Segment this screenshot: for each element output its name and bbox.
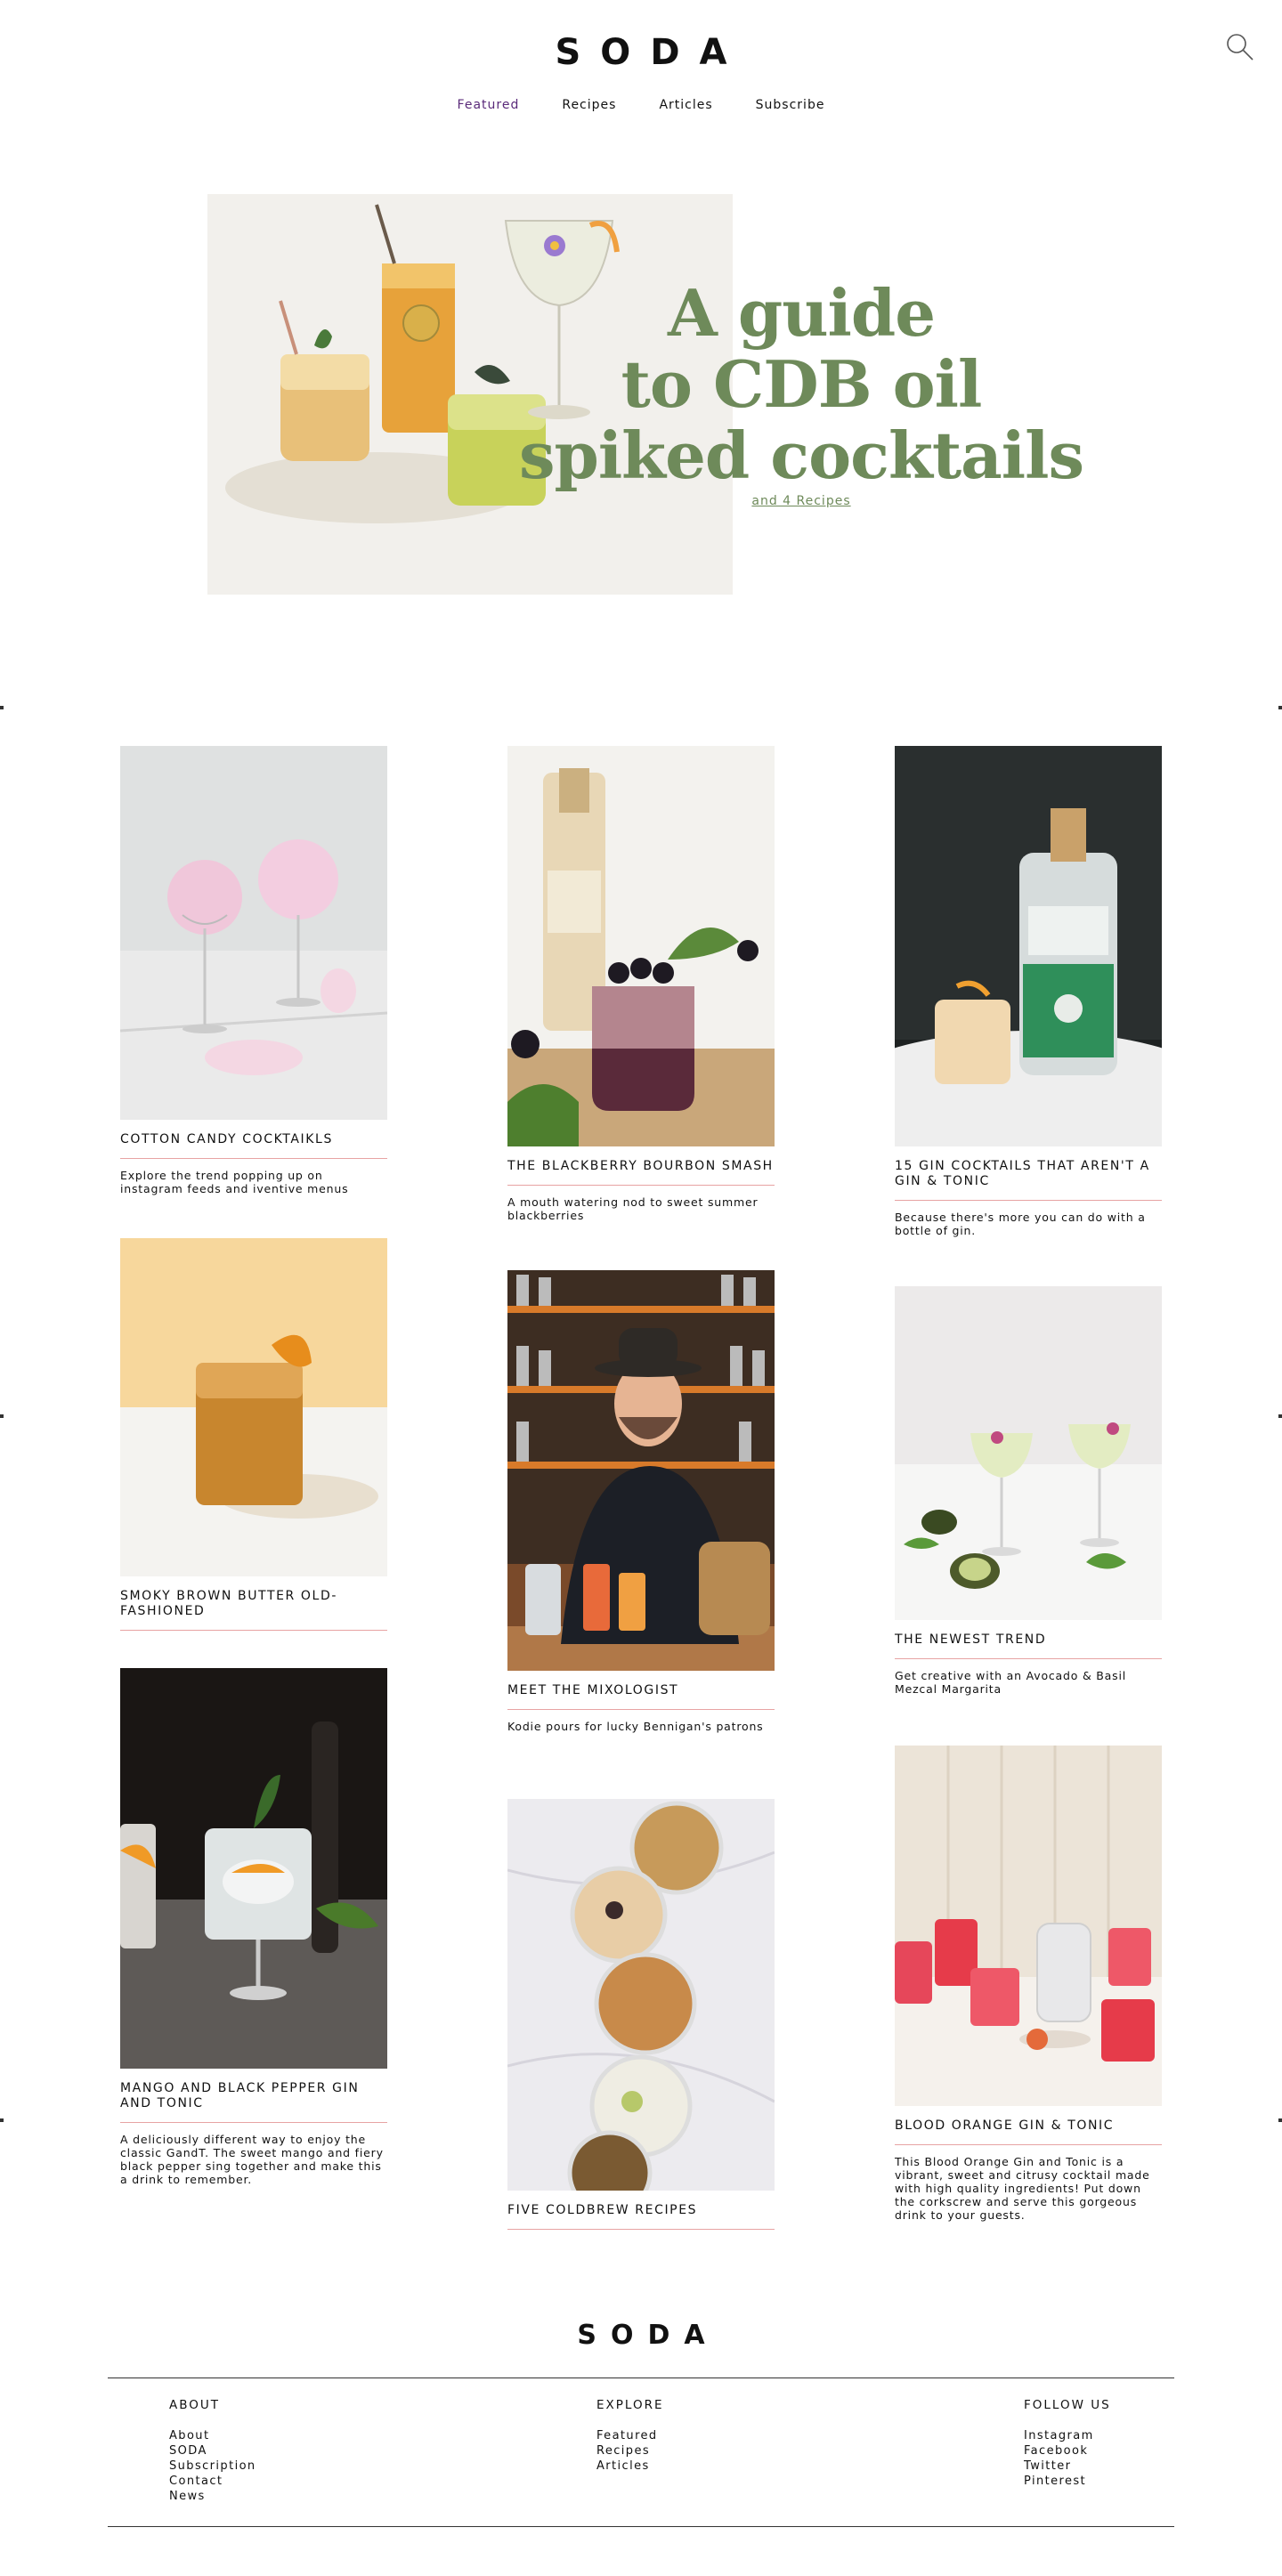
- footer-heading: FOLLOW US: [1024, 2398, 1111, 2412]
- card-description: Kodie pours for lucky Bennigan's patrons: [507, 1720, 764, 1733]
- hero-title-line-2: to CDB oil: [621, 346, 983, 422]
- card-description: This Blood Orange Gin and Tonic is a vib…: [895, 2155, 1150, 2222]
- article-card[interactable]: SMOKY BROWN BUTTER OLD-FASHIONED: [120, 1238, 387, 1631]
- nav-featured[interactable]: Featured: [458, 98, 520, 112]
- card-description: Because there's more you can do with a b…: [895, 1211, 1146, 1237]
- article-card[interactable]: BLOOD ORANGE GIN & TONIC This Blood Oran…: [895, 1746, 1162, 2222]
- article-card[interactable]: THE NEWEST TREND Get creative with an Av…: [895, 1286, 1162, 1696]
- card-image[interactable]: [507, 746, 775, 1146]
- card-description: Get creative with an Avocado & Basil Mez…: [895, 1669, 1126, 1696]
- footer-link-contact[interactable]: Contact: [169, 2474, 256, 2489]
- footer-link-recipes[interactable]: Recipes: [596, 2443, 664, 2459]
- footer-explore: EXPLORE Featured Recipes Articles: [596, 2398, 664, 2474]
- article-card[interactable]: THE BLACKBERRY BOURBON SMASH A mouth wat…: [507, 746, 775, 1222]
- card-title[interactable]: MEET THE MIXOLOGIST: [507, 1671, 775, 1710]
- edge-marker: [1278, 706, 1282, 709]
- footer-link-facebook[interactable]: Facebook: [1024, 2443, 1111, 2459]
- search-icon[interactable]: [1225, 32, 1255, 62]
- hero-title[interactable]: A guide to CDB oil spiked cocktails: [499, 278, 1104, 491]
- footer-follow: FOLLOW US Instagram Facebook Twitter Pin…: [1024, 2398, 1111, 2489]
- footer-link-featured[interactable]: Featured: [596, 2428, 664, 2443]
- card-title[interactable]: THE NEWEST TREND: [895, 1620, 1162, 1659]
- footer-logo[interactable]: SODA: [0, 2320, 1282, 2351]
- edge-marker: [0, 706, 4, 709]
- nav-subscribe[interactable]: Subscribe: [756, 98, 825, 112]
- nav-articles[interactable]: Articles: [659, 98, 712, 112]
- nav-recipes[interactable]: Recipes: [562, 98, 616, 112]
- card-title[interactable]: 15 GIN COCKTAILS THAT AREN'T A GIN & TON…: [895, 1146, 1162, 1201]
- footer-link-pinterest[interactable]: Pinterest: [1024, 2474, 1111, 2489]
- hero-title-line-3: spiked cocktails: [518, 417, 1084, 493]
- hero-recipes-link[interactable]: and 4 Recipes: [694, 494, 908, 508]
- footer-heading: ABOUT: [169, 2398, 221, 2412]
- footer-link-about[interactable]: About: [169, 2428, 256, 2443]
- card-title[interactable]: BLOOD ORANGE GIN & TONIC: [895, 2106, 1162, 2145]
- edge-marker: [1278, 2118, 1282, 2122]
- footer-link-soda[interactable]: SODA: [169, 2443, 256, 2459]
- hero-title-line-1: A guide: [667, 275, 936, 351]
- card-title[interactable]: FIVE COLDBREW RECIPES: [507, 2191, 775, 2230]
- article-card[interactable]: COTTON CANDY COCKTAIKLS Explore the tren…: [120, 746, 387, 1195]
- card-image[interactable]: [507, 1799, 775, 2191]
- edge-marker: [0, 2118, 4, 2122]
- footer-link-articles[interactable]: Articles: [596, 2459, 664, 2474]
- card-title[interactable]: SMOKY BROWN BUTTER OLD-FASHIONED: [120, 1576, 387, 1631]
- article-card[interactable]: FIVE COLDBREW RECIPES: [507, 1799, 775, 2230]
- card-image[interactable]: [120, 746, 387, 1120]
- site-logo[interactable]: SODA: [0, 32, 1282, 73]
- footer-link-twitter[interactable]: Twitter: [1024, 2459, 1111, 2474]
- footer-link-instagram[interactable]: Instagram: [1024, 2428, 1111, 2443]
- article-card[interactable]: MEET THE MIXOLOGIST Kodie pours for luck…: [507, 1270, 775, 1733]
- card-title[interactable]: COTTON CANDY COCKTAIKLS: [120, 1120, 387, 1159]
- card-image[interactable]: [895, 1746, 1162, 2106]
- card-description: A mouth watering nod to sweet summer bla…: [507, 1195, 759, 1222]
- card-title[interactable]: THE BLACKBERRY BOURBON SMASH: [507, 1146, 775, 1186]
- footer-link-subscription[interactable]: Subscription: [169, 2459, 256, 2474]
- card-image[interactable]: [895, 1286, 1162, 1620]
- article-card[interactable]: MANGO AND BLACK PEPPER GIN AND TONIC A d…: [120, 1668, 387, 2186]
- card-image[interactable]: [895, 746, 1162, 1146]
- footer-divider: [108, 2526, 1174, 2527]
- card-image[interactable]: [507, 1270, 775, 1671]
- card-title[interactable]: MANGO AND BLACK PEPPER GIN AND TONIC: [120, 2069, 387, 2123]
- edge-marker: [0, 1414, 4, 1418]
- article-card[interactable]: 15 GIN COCKTAILS THAT AREN'T A GIN & TON…: [895, 746, 1162, 1237]
- card-description: Explore the trend popping up on instagra…: [120, 1169, 349, 1195]
- footer-heading: EXPLORE: [596, 2398, 664, 2412]
- card-description: A deliciously different way to enjoy the…: [120, 2133, 384, 2186]
- footer-link-news[interactable]: News: [169, 2489, 256, 2504]
- edge-marker: [1278, 1414, 1282, 1418]
- card-image[interactable]: [120, 1668, 387, 2069]
- main-nav: Featured Recipes Articles Subscribe: [0, 98, 1282, 112]
- footer-about: ABOUT About SODA Subscription Contact Ne…: [169, 2398, 256, 2504]
- card-image[interactable]: [120, 1238, 387, 1576]
